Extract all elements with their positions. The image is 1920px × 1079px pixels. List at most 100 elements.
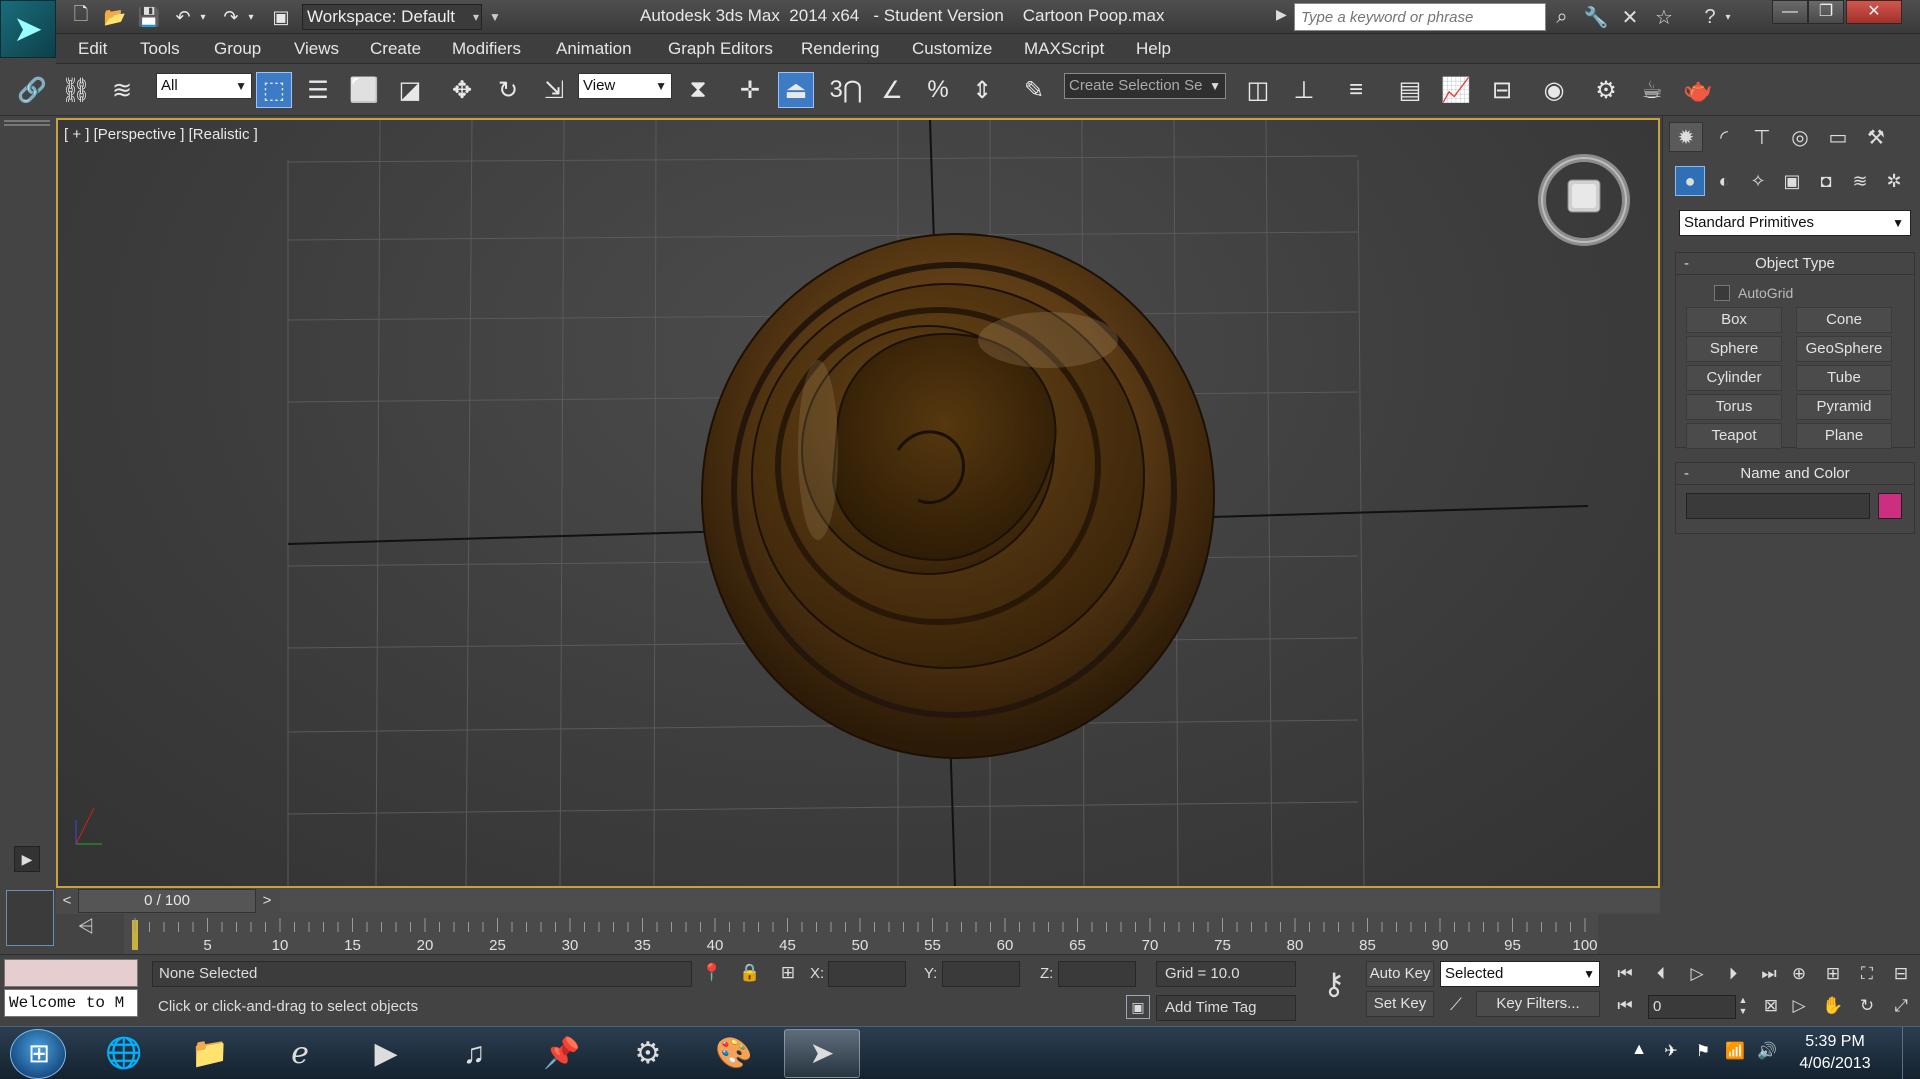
set-key-button[interactable]: Set Key [1366,991,1434,1017]
new-file-icon[interactable]: 🗋 [68,4,94,29]
menu-create[interactable]: Create [370,39,421,59]
keyboard-shortcut-override-icon[interactable]: ⏏ [778,72,814,108]
snaps-toggle-icon[interactable]: 3 ⋂ [828,72,864,108]
object-name-input[interactable] [1686,493,1870,519]
zoom-extents-icon[interactable]: ⛶ [1852,961,1882,987]
unlink-selection-icon[interactable]: ⛓ [58,72,94,108]
track-bar[interactable]: 5 10 15 20 25 30 35 40 45 50 55 60 65 70 75 80 85 90 95 100 [124,914,1598,954]
lights-icon[interactable]: ✧ [1743,166,1773,196]
next-frame-icon[interactable]: ⏵ [1718,961,1748,987]
default-tangents-icon[interactable]: ⟋ [1444,995,1468,1019]
open-file-icon[interactable]: 📂 [102,5,128,29]
steam-icon[interactable]: ⚙ [610,1029,686,1078]
menu-customize[interactable]: Customize [912,39,992,59]
autogrid-checkbox[interactable] [1714,285,1730,301]
close-button[interactable]: ✕ [1846,0,1902,24]
undo-icon[interactable]: ↶ [170,5,196,29]
hierarchy-tab-icon[interactable]: ⊤ [1745,122,1779,152]
object-color-swatch[interactable] [1878,493,1902,519]
expand-viewport-icon[interactable]: ▶ [14,846,40,872]
absolute-mode-icon[interactable]: ⊞ [776,963,800,987]
sphere-button[interactable]: Sphere [1686,336,1782,362]
zoom-extents-all-icon[interactable]: ⊟ [1886,961,1916,987]
workspace-dropdown[interactable]: Workspace: Default ▾ [302,4,482,30]
internet-explorer-icon[interactable]: ℯ [262,1029,338,1078]
current-frame-field[interactable]: 0 [1648,995,1736,1019]
menu-tools[interactable]: Tools [140,39,180,59]
geosphere-button[interactable]: GeoSphere [1796,336,1892,362]
orbit-icon[interactable]: ↻ [1852,993,1882,1019]
spinner-snap-icon[interactable]: ⇕ [964,72,1000,108]
application-button[interactable]: ➤ [0,0,56,58]
media-player-icon[interactable]: ▶ [348,1029,424,1078]
helpers-icon[interactable]: ◘ [1811,166,1841,196]
play-icon[interactable]: ▷ [1682,961,1712,987]
select-object-icon[interactable]: ⬚ [256,72,292,108]
show-hidden-icons-icon[interactable]: ▲ [1628,1041,1650,1065]
menu-graph-editors[interactable]: Graph Editors [668,39,773,59]
select-by-name-icon[interactable]: ☰ [300,72,336,108]
subscription-icon[interactable]: 🔧 [1582,4,1610,30]
angle-snap-icon[interactable]: ∠ [874,72,910,108]
geometry-icon[interactable]: ● [1675,166,1705,196]
schematic-view-icon[interactable]: ⊟ [1484,72,1520,108]
auto-key-button[interactable]: Auto Key [1366,961,1434,987]
torus-button[interactable]: Torus [1686,394,1782,420]
search-arrow-icon[interactable]: ▶ [1276,6,1287,23]
object-type-header[interactable]: - Object Type [1676,253,1914,275]
key-mode-dropdown[interactable]: Selected ▼ [1440,961,1600,987]
create-tab-icon[interactable]: ✹ [1669,122,1703,152]
rectangular-selection-icon[interactable]: ⬜ [346,72,382,108]
select-and-link-icon[interactable]: 🔗 [14,72,50,108]
menu-modifiers[interactable]: Modifiers [452,39,521,59]
shapes-icon[interactable]: ◐ [1709,166,1739,196]
restore-button[interactable]: ❐ [1808,0,1844,24]
quick-access-menu-icon[interactable]: ▼ [485,5,505,29]
viewcube-icon[interactable] [1536,152,1632,248]
previous-frame-button[interactable]: < [56,890,78,912]
help-icon[interactable]: ? [1696,4,1724,30]
isolate-pin-icon[interactable]: 📍 [700,963,724,987]
space-warps-icon[interactable]: ≋ [1845,166,1875,196]
project-folder-icon[interactable]: ▣ [268,5,294,29]
mirror-icon[interactable]: ◫ [1240,72,1276,108]
go-to-end-icon[interactable]: ⏭ [1754,961,1784,987]
curve-editor-icon[interactable]: 📈 [1438,72,1474,108]
file-explorer-icon[interactable]: 📁 [172,1029,248,1078]
favorites-star-icon[interactable]: ☆ [1650,4,1678,30]
menu-views[interactable]: Views [294,39,339,59]
tube-button[interactable]: Tube [1796,365,1892,391]
search-input[interactable] [1294,3,1546,31]
box-button[interactable]: Box [1686,307,1782,333]
paint-icon[interactable]: 🎨 [696,1029,772,1078]
save-file-icon[interactable]: 💾 [136,5,162,29]
time-slider-track[interactable] [280,890,1660,912]
walk-through-icon[interactable]: ▷ [1784,993,1814,1019]
zoom-all-icon[interactable]: ⊞ [1818,961,1848,987]
3d-object[interactable] [701,233,1215,759]
time-tag-icon[interactable]: ▣ [1126,995,1150,1019]
maxscript-listener-output[interactable] [4,959,138,987]
pivot-center-icon[interactable]: ⧗ [680,72,716,108]
open-mini-curve-editor-icon[interactable]: ⩤ [68,916,104,946]
maximize-viewport-icon[interactable]: ⤢ [1886,993,1916,1019]
key-mode-toggle-icon[interactable]: ⏮ [1610,993,1640,1019]
select-and-move-icon[interactable]: ✥ [444,72,480,108]
go-to-start-icon[interactable]: ⏮ [1610,961,1640,987]
material-editor-icon[interactable]: ◉ [1536,72,1572,108]
plane-button[interactable]: Plane [1796,423,1892,449]
select-and-scale-icon[interactable]: ⇲ [536,72,572,108]
help-dropdown-icon[interactable]: ▾ [1722,4,1734,30]
render-production-icon[interactable]: 🫖 [1680,72,1716,108]
menu-rendering[interactable]: Rendering [801,39,879,59]
clock-date[interactable]: 4/06/2013 [1780,1055,1890,1073]
y-coordinate-field[interactable] [942,961,1020,987]
modify-tab-icon[interactable]: ◜ [1707,122,1741,152]
next-frame-button[interactable]: > [256,890,278,912]
cylinder-button[interactable]: Cylinder [1686,365,1782,391]
utilities-tab-icon[interactable]: ⚒ [1859,122,1893,152]
bind-to-space-warp-icon[interactable]: ≋ [104,72,140,108]
name-and-color-header[interactable]: - Name and Color [1676,463,1914,485]
field-of-view-icon[interactable]: ⊠ [1756,993,1786,1019]
menu-help[interactable]: Help [1136,39,1171,59]
